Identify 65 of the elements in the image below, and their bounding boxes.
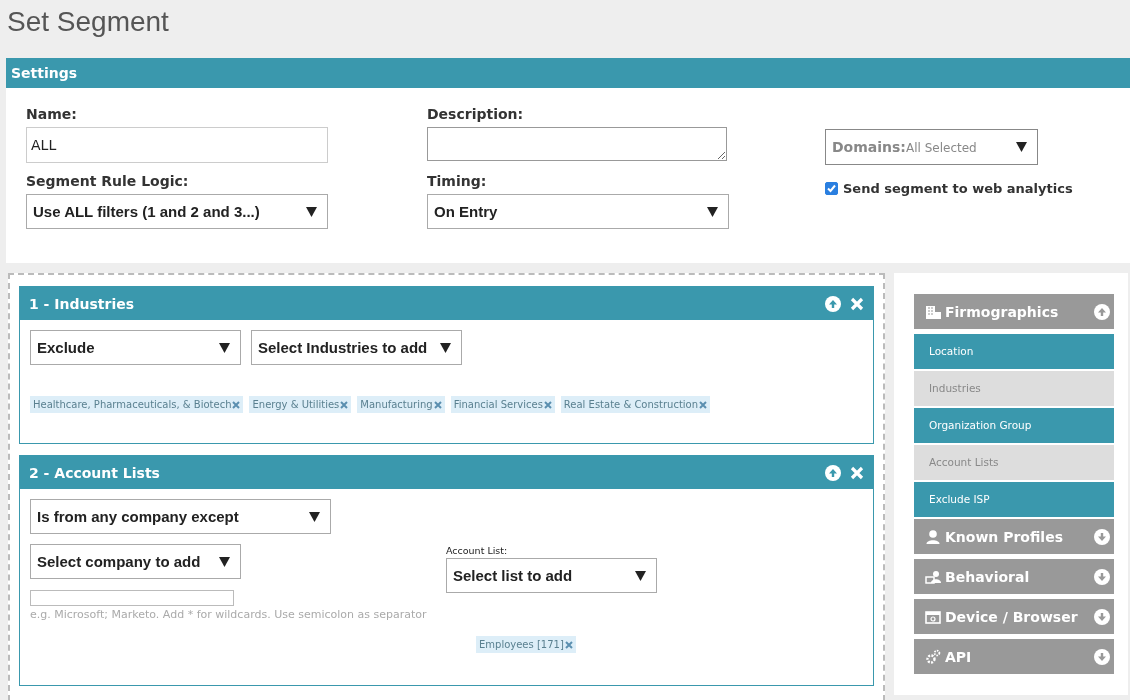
expand-icon [1094,568,1110,585]
tag-label: Financial Services [453,399,543,410]
expand-icon [1094,608,1110,625]
caret-icon [1016,142,1027,152]
remove-icon [543,400,552,409]
remove-icon [340,400,349,409]
card-title: 1 - Industries [29,295,135,312]
checkbox[interactable] [825,182,838,195]
tag-label: Healthcare, Pharmaceuticals, & Biotech [33,399,232,410]
dropdown[interactable]: Is from any company except [30,499,331,534]
dropdown[interactable]: Select company to add [30,544,241,579]
field-label: Account List: [446,545,509,556]
caret-icon [707,206,718,217]
category-header[interactable]: Device / Browser [914,599,1114,634]
building-icon [925,303,941,320]
sidebar-item[interactable]: Organization Group [914,408,1114,443]
remove-icon [232,400,241,409]
gears-icon [925,648,941,665]
name-field[interactable]: ALL [26,127,328,163]
dropdown[interactable]: Use ALL filters (1 and 2 and 3...) [26,194,328,229]
description-field[interactable] [427,127,727,161]
caret-icon [219,556,230,567]
person-screen-icon [925,568,941,585]
field-label: Segment Rule Logic: [26,173,190,189]
tag-label: Employees [171] [479,639,564,650]
caret-icon [440,342,451,353]
hint-text: e.g. Microsoft; Marketo. Add * for wildcards. Use semicolon as separator [30,608,428,621]
caret-icon [306,206,317,217]
close-icon[interactable] [850,296,864,311]
tag-label: Real Estate & Construction [563,399,699,410]
dropdown[interactable]: Select Industries to add [251,330,462,365]
remove-icon [433,400,442,409]
sidebar-item[interactable]: Exclude ISP [914,482,1114,517]
expand-icon [1094,648,1110,665]
field-label: Description: [427,106,525,122]
caret-icon [219,342,230,353]
dropdown[interactable]: Exclude [30,330,241,365]
check-icon [826,183,837,194]
expand-icon [1094,528,1110,545]
person-icon [925,528,941,545]
move-up-icon[interactable] [825,295,841,312]
tag-label: Energy & Utilities [252,399,340,410]
page-title: Set Segment [7,5,170,39]
remove-icon [699,400,708,409]
dropdown[interactable]: On Entry [427,194,729,229]
field-label: Name: [26,106,78,122]
category-header[interactable]: API [914,639,1114,674]
caret-icon [635,570,646,581]
move-up-icon[interactable] [825,464,841,481]
collapse-icon [1094,303,1110,320]
caret-icon [309,511,320,522]
remove-icon [564,640,573,649]
sidebar-item[interactable]: Location [914,334,1114,369]
browser-window-icon [925,608,941,625]
section-header: Settings [6,58,1130,88]
tag-label: Manufacturing [360,399,433,410]
checkbox-label: Send segment to web analytics [843,181,1073,196]
card-title: 2 - Account Lists [29,464,160,481]
category-header[interactable]: Firmographics [914,294,1114,329]
field-label: Timing: [427,173,488,189]
dropdown[interactable]: Select list to add [446,558,657,593]
category-header[interactable]: Known Profiles [914,519,1114,554]
category-header[interactable]: Behavioral [914,559,1114,594]
close-icon[interactable] [850,465,864,480]
company-field[interactable] [30,590,234,606]
